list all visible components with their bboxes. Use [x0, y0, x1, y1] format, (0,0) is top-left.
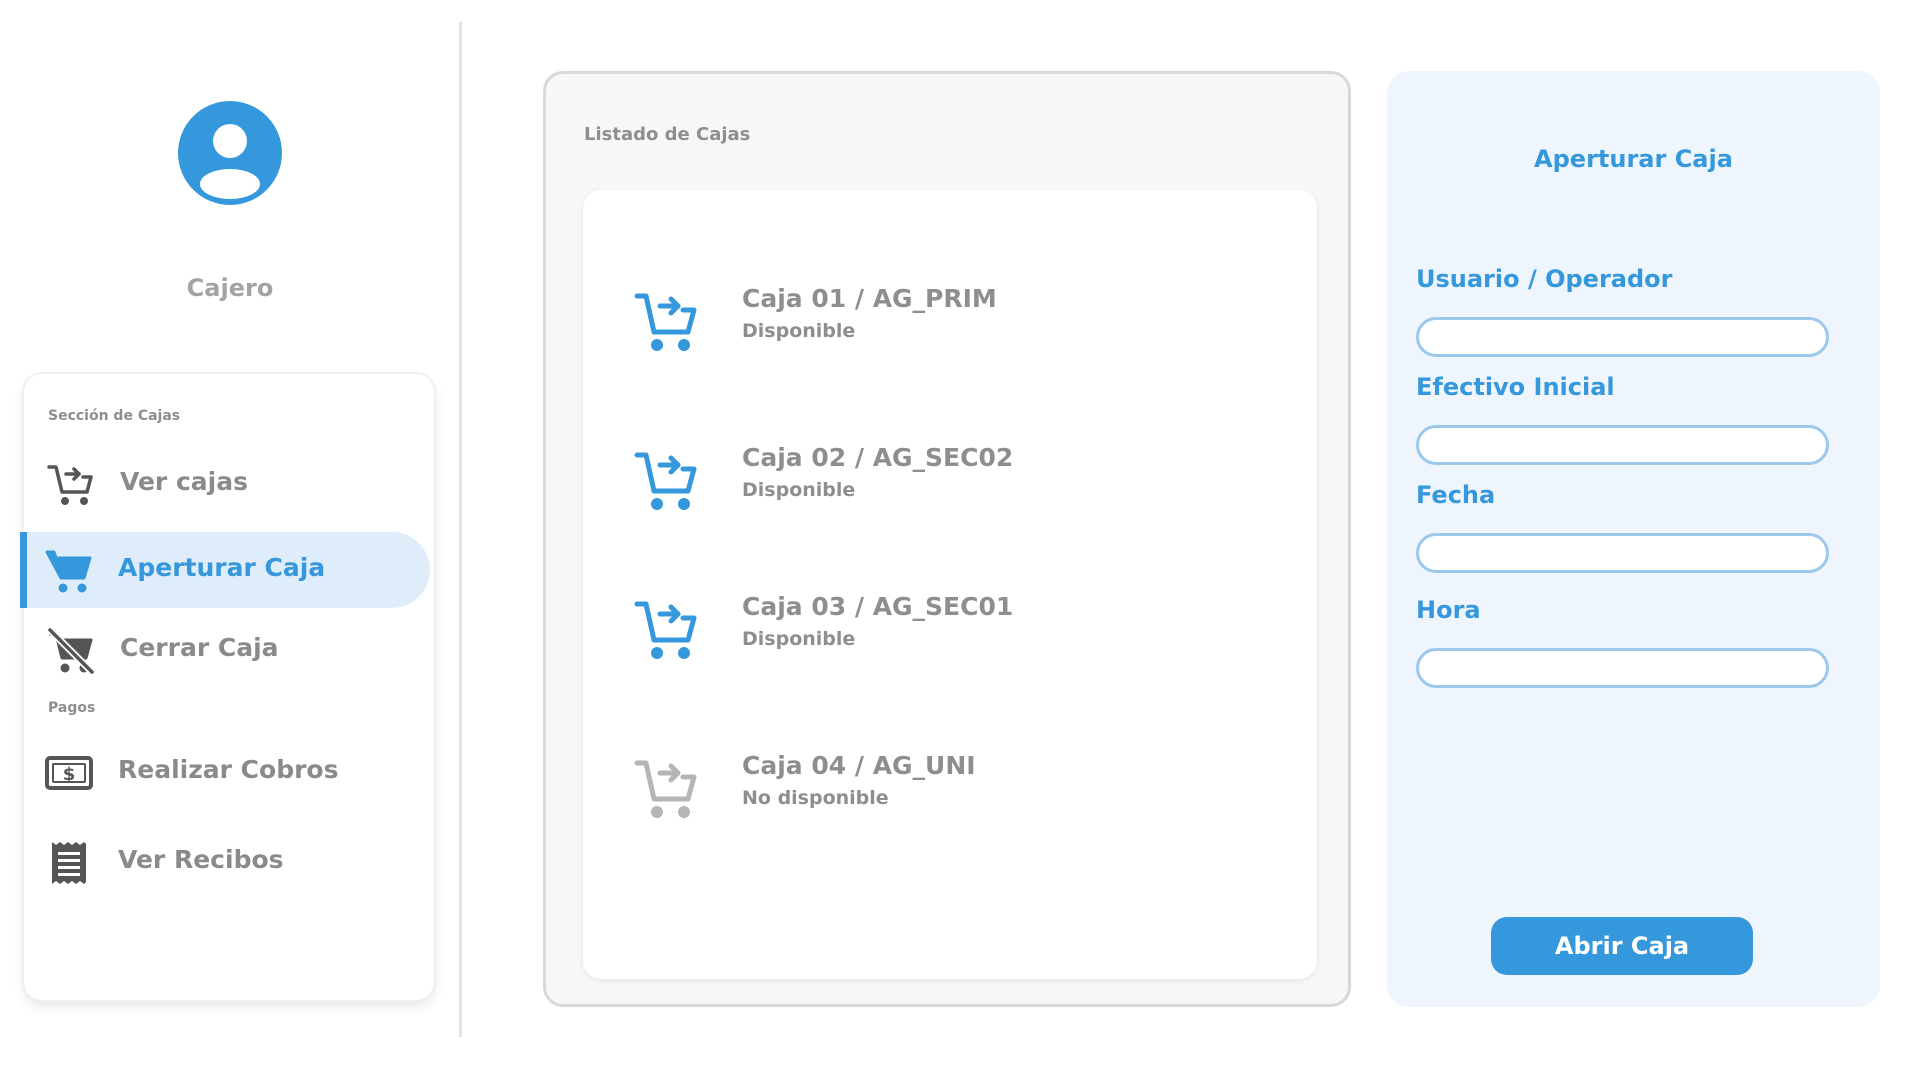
- box-list-title: Listado de Cajas: [584, 124, 751, 145]
- sidebar: Cajero Sección de Cajas Ver cajas Apertu…: [0, 0, 460, 1080]
- box-name: Caja 01 / AG_PRIM: [742, 284, 997, 313]
- open-box-form: Aperturar Caja Usuario / Operador Efecti…: [1387, 71, 1880, 1007]
- box-status: Disponible: [742, 479, 856, 501]
- user-avatar-icon[interactable]: [178, 101, 282, 205]
- menu-item-label: Ver Recibos: [118, 845, 284, 874]
- field-label-fecha: Fecha: [1416, 481, 1496, 509]
- box-status: Disponible: [742, 628, 856, 650]
- box-list-item[interactable]: Caja 01 / AG_PRIM Disponible: [583, 280, 1317, 370]
- usuario-operador-input[interactable]: [1416, 317, 1829, 357]
- section-label-cajas: Sección de Cajas: [48, 408, 181, 424]
- cart-off-icon: [46, 626, 96, 676]
- menu-item-cerrar-caja[interactable]: Cerrar Caja: [24, 612, 434, 688]
- menu-item-ver-cajas[interactable]: Ver cajas: [24, 446, 434, 522]
- field-label-usuario: Usuario / Operador: [1416, 265, 1673, 293]
- menu-item-label: Cerrar Caja: [120, 633, 279, 662]
- box-name: Caja 02 / AG_SEC02: [742, 443, 1014, 472]
- cart-arrow-icon: [634, 293, 697, 351]
- navigation-menu: Sección de Cajas Ver cajas Aperturar Caj…: [20, 374, 434, 1000]
- cart-arrow-icon: [634, 601, 697, 659]
- cart-filled-icon: [45, 550, 92, 593]
- cart-arrow-icon: [634, 760, 697, 818]
- box-list-panel: Listado de Cajas Caja 01 / AG_PRIM Dispo…: [543, 71, 1351, 1007]
- user-role-label: Cajero: [186, 274, 274, 302]
- abrir-caja-button[interactable]: Abrir Caja: [1491, 917, 1753, 975]
- fecha-input[interactable]: [1416, 533, 1829, 573]
- box-name: Caja 04 / AG_UNI: [742, 751, 976, 780]
- sidebar-divider: [459, 22, 462, 1037]
- box-name: Caja 03 / AG_SEC01: [742, 592, 1014, 621]
- box-status: No disponible: [742, 787, 889, 809]
- svg-text:$: $: [63, 764, 76, 785]
- cash-icon: $: [45, 756, 93, 790]
- menu-item-label: Aperturar Caja: [118, 553, 326, 582]
- hora-input[interactable]: [1416, 648, 1829, 688]
- field-label-efectivo: Efectivo Inicial: [1416, 373, 1615, 401]
- field-label-hora: Hora: [1416, 596, 1481, 624]
- menu-item-ver-recibos[interactable]: Ver Recibos: [24, 824, 434, 900]
- box-status: Disponible: [742, 320, 856, 342]
- cart-arrow-icon: [634, 452, 697, 510]
- menu-item-realizar-cobros[interactable]: $ Realizar Cobros: [24, 734, 434, 810]
- box-list-item-unavailable[interactable]: Caja 04 / AG_UNI No disponible: [583, 747, 1317, 837]
- menu-item-aperturar-caja[interactable]: Aperturar Caja: [20, 532, 430, 608]
- cart-arrow-icon: [47, 465, 93, 505]
- box-list-item[interactable]: Caja 03 / AG_SEC01 Disponible: [583, 588, 1317, 678]
- section-label-pagos: Pagos: [48, 700, 96, 716]
- menu-item-label: Realizar Cobros: [118, 755, 339, 784]
- menu-item-label: Ver cajas: [120, 467, 248, 496]
- efectivo-inicial-input[interactable]: [1416, 425, 1829, 465]
- box-list: Caja 01 / AG_PRIM Disponible Caja 02 / A…: [583, 190, 1317, 979]
- form-title: Aperturar Caja: [1534, 145, 1733, 173]
- receipt-icon: [52, 842, 86, 884]
- box-list-item[interactable]: Caja 02 / AG_SEC02 Disponible: [583, 439, 1317, 529]
